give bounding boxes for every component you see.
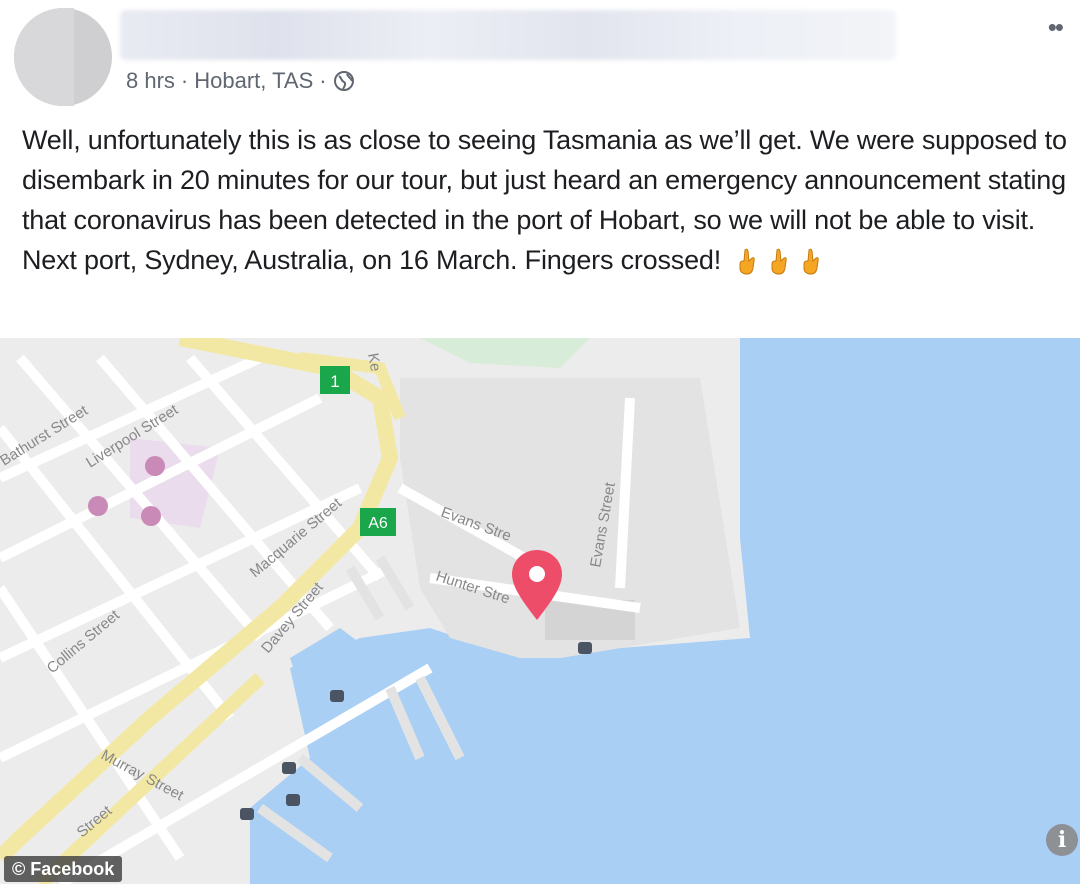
meta-separator: · [180, 68, 189, 93]
location-map[interactable]: 1 A6 Bathurst Street Liverpool Street Ma… [0, 338, 1080, 884]
post-header: •• 8 hrs · Hobart, TAS · [0, 0, 1080, 110]
location-link[interactable]: Hobart, TAS [194, 68, 313, 94]
more-options-icon[interactable]: •• [1048, 14, 1064, 40]
crossed-fingers-icon [803, 248, 820, 275]
label-ke: Ke [364, 352, 384, 373]
facebook-credit: © Facebook [4, 856, 123, 882]
globe-icon[interactable] [333, 70, 355, 92]
crossed-fingers-icon [771, 248, 788, 275]
avatar-shade [14, 8, 74, 106]
avatar[interactable] [14, 8, 112, 106]
map-canvas[interactable]: 1 A6 Bathurst Street Liverpool Street Ma… [0, 338, 1080, 884]
emoji-group [736, 248, 822, 276]
timestamp[interactable]: 8 hrs [126, 68, 175, 94]
author-name-blurred[interactable] [120, 10, 896, 60]
post-text: Well, unfortunately this is as close to … [22, 125, 1067, 275]
post-meta: 8 hrs · Hobart, TAS · [126, 68, 355, 94]
meta-separator-2: · [319, 68, 327, 93]
crossed-fingers-icon [739, 248, 756, 275]
route-badge-a6-label: A6 [368, 515, 388, 532]
facebook-post: •• 8 hrs · Hobart, TAS · Well, unfortuna… [0, 0, 1080, 884]
route-badge-1-label: 1 [330, 372, 339, 391]
post-body: Well, unfortunately this is as close to … [22, 120, 1067, 280]
info-icon[interactable]: i [1046, 824, 1078, 856]
